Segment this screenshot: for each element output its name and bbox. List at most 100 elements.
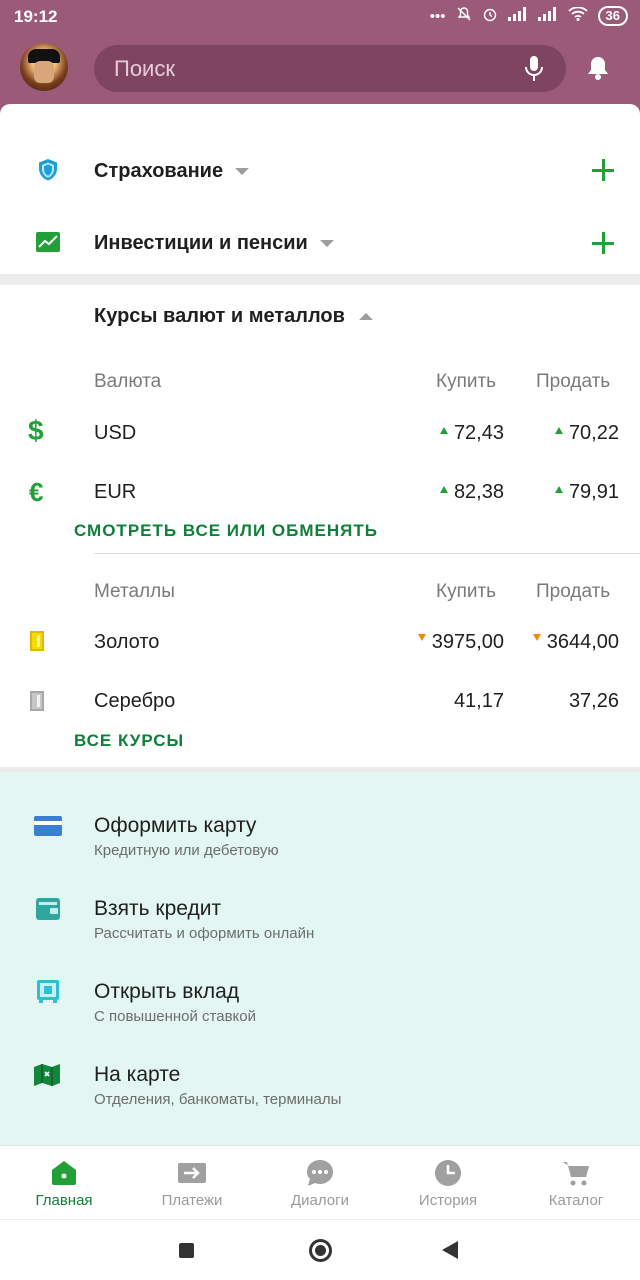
trend-down-icon <box>417 634 426 641</box>
avatar-face <box>34 61 54 83</box>
status-icons: ••• 36 <box>430 6 628 26</box>
system-navigation-bar <box>0 1219 640 1280</box>
nav-history[interactable]: История <box>384 1146 512 1220</box>
status-time: 19:12 <box>14 7 58 26</box>
sell-header: Продать <box>536 371 611 392</box>
chat-bubble-icon <box>305 1158 335 1188</box>
nav-label: Диалоги <box>291 1192 349 1209</box>
clock-icon <box>433 1158 463 1188</box>
search-bar[interactable] <box>94 45 566 92</box>
trend-down-icon <box>532 634 541 641</box>
action-title: Открыть вклад <box>94 980 240 1003</box>
metal-name: Золото <box>94 631 160 653</box>
action-title: На карте <box>94 1063 181 1086</box>
dollar-icon: $ <box>28 415 44 446</box>
trend-up-icon <box>439 486 448 493</box>
action-subtitle: Отделения, банкоматы, терминалы <box>94 1091 342 1108</box>
safe-icon <box>36 979 60 1003</box>
metals-sell-header: Продать <box>536 581 611 602</box>
more-dots-icon: ••• <box>429 7 446 25</box>
nav-dialogs[interactable]: Диалоги <box>256 1146 384 1220</box>
buy-header: Купить <box>436 371 497 392</box>
nav-payments[interactable]: Платежи <box>128 1146 256 1220</box>
nav-label: Каталог <box>548 1192 604 1209</box>
currency-name: EUR <box>94 481 137 503</box>
silver-buy: 41,17 <box>453 690 504 712</box>
alarm-icon <box>482 6 498 26</box>
add-insurance-plus-icon[interactable] <box>592 159 614 181</box>
usd-buy: 72,43 <box>384 422 504 445</box>
action-subtitle: Рассчитать и оформить онлайн <box>94 925 315 942</box>
chart-trend-icon <box>36 232 60 256</box>
recent-apps-icon[interactable] <box>179 1243 194 1258</box>
quick-actions-card: Оформить карту Кредитную или дебетовую В… <box>0 772 640 1145</box>
nav-label: История <box>418 1192 478 1209</box>
back-icon[interactable] <box>442 1241 458 1259</box>
status-bar: 19:12 ••• 36 <box>0 0 640 34</box>
action-subtitle: С повышенной ставкой <box>94 1008 257 1025</box>
home-button-icon[interactable] <box>309 1239 332 1262</box>
usd-sell-value: 70,22 <box>568 422 619 444</box>
nav-label: Платежи <box>161 1192 223 1209</box>
trend-up-icon <box>554 427 563 434</box>
silver-sell: 37,26 <box>568 690 619 712</box>
rates-title-text: Курсы валют и металлов <box>94 305 345 327</box>
bottom-navigation: Главная Платежи Диалоги История Каталог <box>0 1145 640 1219</box>
trend-up-icon <box>439 427 448 434</box>
battery-icon: 36 <box>597 6 628 26</box>
euro-icon: € <box>29 477 44 507</box>
all-rates-link[interactable]: ВСЕ КУРСЫ <box>74 731 184 751</box>
wifi-icon <box>567 6 588 25</box>
payments-arrow-icon <box>177 1158 207 1188</box>
rates-title[interactable]: Курсы валют и металлов <box>94 305 373 328</box>
investments-label: Инвестиции и пенсии <box>94 232 334 255</box>
mute-icon <box>456 6 472 26</box>
nav-catalog[interactable]: Каталог <box>512 1146 640 1220</box>
metals-header: Металлы <box>94 581 175 602</box>
avatar[interactable] <box>20 43 68 91</box>
gold-buy: 3975,00 <box>384 631 504 654</box>
wallet-icon <box>36 898 60 922</box>
investments-label-text: Инвестиции и пенсии <box>94 232 308 254</box>
map-icon <box>34 1064 60 1088</box>
action-subtitle: Кредитную или дебетовую <box>94 842 279 859</box>
usd-buy-value: 72,43 <box>453 422 504 444</box>
signal-icon-2 <box>537 7 558 25</box>
action-title: Оформить карту <box>94 814 257 837</box>
search-input[interactable] <box>114 56 494 82</box>
gold-bar-icon <box>30 631 44 651</box>
chevron-down-icon <box>319 240 334 248</box>
microphone-icon[interactable] <box>524 55 544 83</box>
home-icon <box>49 1158 79 1188</box>
eur-buy-value: 82,38 <box>453 481 504 503</box>
shield-icon <box>36 158 60 182</box>
notifications-bell-icon[interactable] <box>584 54 612 82</box>
chevron-down-icon <box>235 168 250 176</box>
action-title: Взять кредит <box>94 897 222 920</box>
add-investment-plus-icon[interactable] <box>592 232 614 254</box>
divider <box>94 553 640 554</box>
shopping-cart-icon <box>561 1158 591 1188</box>
signal-icon <box>507 7 528 25</box>
see-all-or-exchange-link[interactable]: СМОТРЕТЬ ВСЕ ИЛИ ОБМЕНЯТЬ <box>74 521 378 541</box>
currency-header: Валюта <box>94 371 162 392</box>
metals-buy-header: Купить <box>436 581 497 602</box>
trend-up-icon <box>554 486 563 493</box>
gold-buy-value: 3975,00 <box>431 631 504 653</box>
eur-sell-value: 79,91 <box>568 481 619 503</box>
insurance-label: Страхование <box>94 160 250 183</box>
eur-sell: 79,91 <box>499 481 619 504</box>
gold-sell-value: 3644,00 <box>546 631 619 653</box>
nav-home[interactable]: Главная <box>0 1146 128 1220</box>
products-card: Страхование Инвестиции и пенсии <box>0 104 640 274</box>
card-icon <box>34 816 62 840</box>
rates-card: Курсы валют и металлов Валюта Купить Про… <box>0 285 640 767</box>
insurance-label-text: Страхование <box>94 160 224 182</box>
metal-name: Серебро <box>94 690 176 712</box>
usd-sell: 70,22 <box>499 422 619 445</box>
chevron-up-icon <box>358 313 373 321</box>
silver-bar-icon <box>30 691 44 711</box>
nav-label: Главная <box>35 1192 93 1209</box>
eur-buy: 82,38 <box>384 481 504 504</box>
currency-name: USD <box>94 422 137 444</box>
